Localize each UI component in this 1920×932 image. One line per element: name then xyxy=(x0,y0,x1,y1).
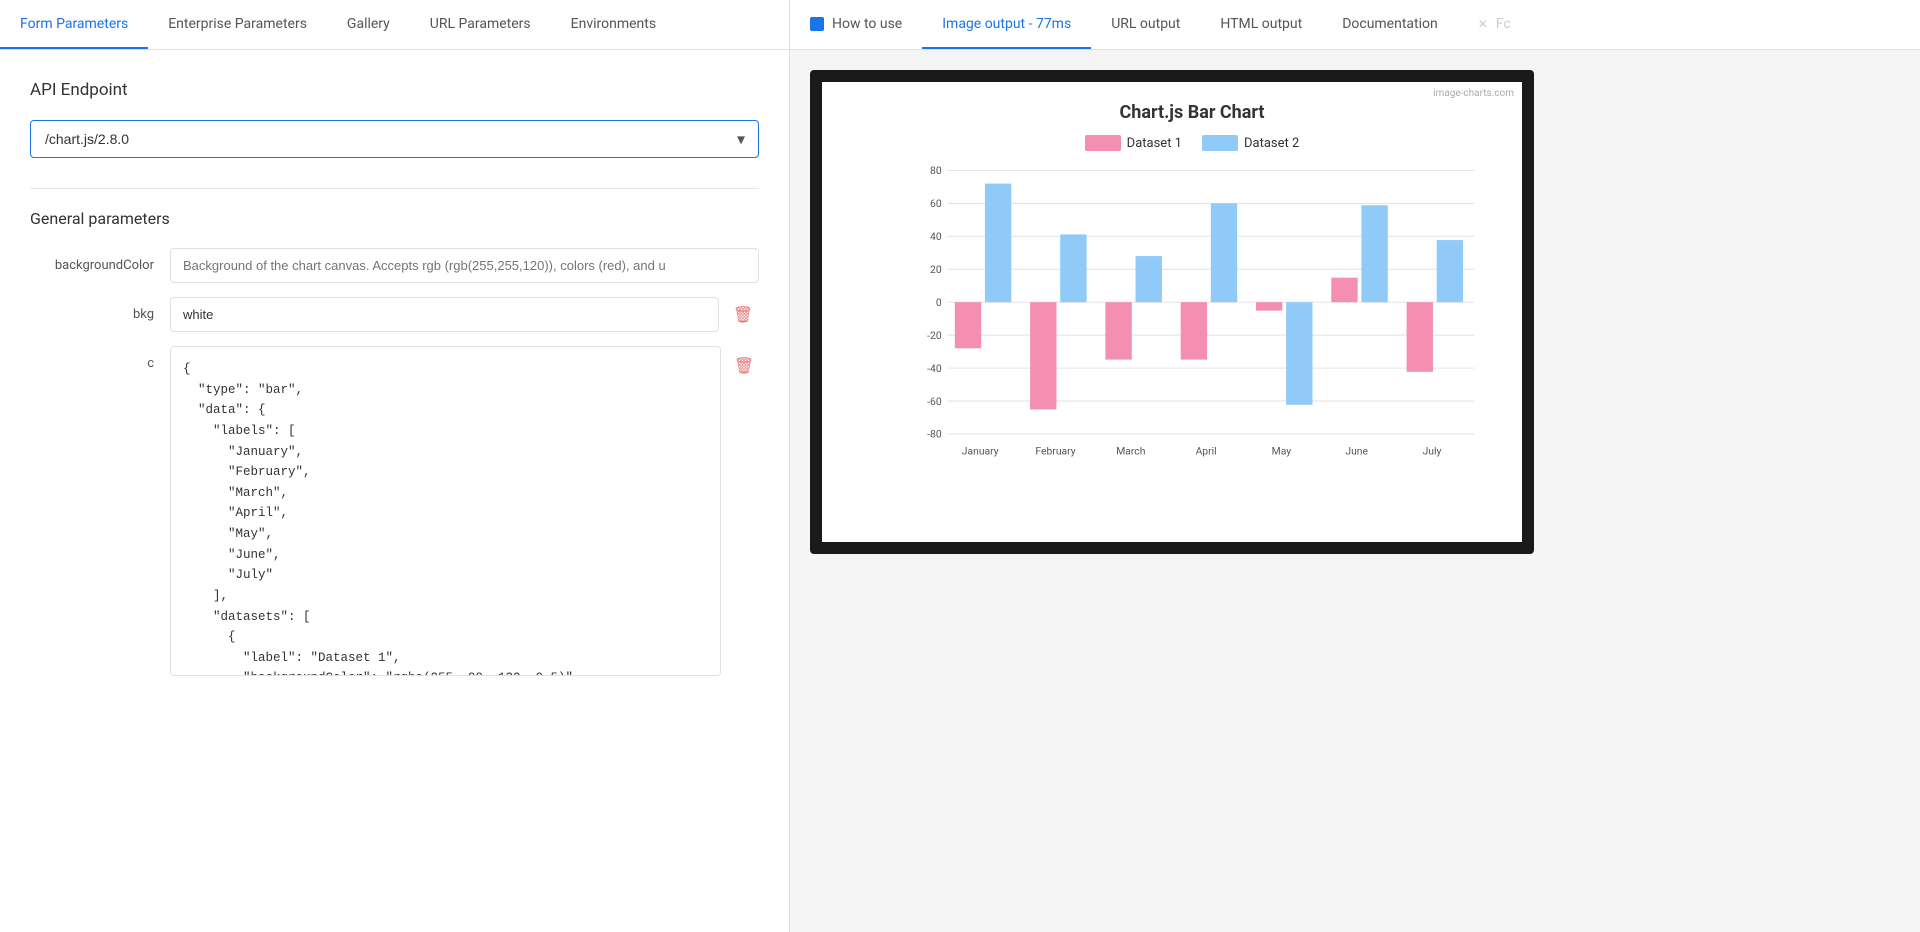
chart-title: Chart.js Bar Chart xyxy=(882,102,1502,123)
c-code-area-wrapper: { "type": "bar", "data": { "labels": [ "… xyxy=(170,346,759,676)
svg-text:60: 60 xyxy=(930,197,942,210)
svg-text:-20: -20 xyxy=(927,329,942,342)
svg-text:February: February xyxy=(1035,445,1075,458)
api-endpoint-select-wrapper: /chart.js/2.8.0 /chart.js/3.0.0 /chart.j… xyxy=(30,120,759,158)
api-endpoint-select[interactable]: /chart.js/2.8.0 /chart.js/3.0.0 /chart.j… xyxy=(30,120,759,158)
fc-tab-icon: ✕ xyxy=(1478,17,1488,31)
svg-text:March: March xyxy=(1116,445,1145,458)
bar-chart-svg: 80 60 40 20 0 -20 -40 -60 -80 xyxy=(882,161,1502,481)
bkg-input[interactable] xyxy=(170,297,719,332)
general-params-section: General parameters backgroundColor bkg 🗑 xyxy=(30,209,759,676)
chart-outer-container: image-charts.com Chart.js Bar Chart Data… xyxy=(810,70,1534,554)
svg-text:0: 0 xyxy=(936,296,942,309)
bkg-label: bkg xyxy=(30,297,170,322)
tab-form-parameters[interactable]: Form Parameters xyxy=(0,0,148,49)
legend-dataset2: Dataset 2 xyxy=(1202,135,1299,151)
general-params-title: General parameters xyxy=(30,209,759,228)
right-panel: How to use Image output - 77ms URL outpu… xyxy=(790,0,1920,932)
chart-svg-wrapper: 80 60 40 20 0 -20 -40 -60 -80 xyxy=(882,161,1502,481)
bar-jul-d2 xyxy=(1437,240,1463,302)
bar-feb-d2 xyxy=(1060,234,1086,302)
svg-text:July: July xyxy=(1423,445,1442,458)
legend-color-dataset1 xyxy=(1085,135,1121,151)
svg-text:January: January xyxy=(962,445,999,458)
api-endpoint-title: API Endpoint xyxy=(30,80,759,100)
tab-how-to-use[interactable]: How to use xyxy=(790,0,922,49)
bar-may-d1 xyxy=(1256,302,1282,310)
legend-label-dataset2: Dataset 2 xyxy=(1244,136,1299,151)
svg-text:April: April xyxy=(1196,445,1217,458)
tab-enterprise-parameters[interactable]: Enterprise Parameters xyxy=(148,0,327,49)
c-code-textarea[interactable]: { "type": "bar", "data": { "labels": [ "… xyxy=(170,346,721,676)
bar-mar-d1 xyxy=(1105,302,1131,359)
background-color-label: backgroundColor xyxy=(30,248,170,273)
c-delete-button[interactable]: 🗑 xyxy=(729,350,759,382)
tab-documentation[interactable]: Documentation xyxy=(1322,0,1458,49)
left-panel: Form Parameters Enterprise Parameters Ga… xyxy=(0,0,790,932)
left-tabs: Form Parameters Enterprise Parameters Ga… xyxy=(0,0,789,50)
chart-watermark: image-charts.com xyxy=(1433,88,1514,99)
bar-mar-d2 xyxy=(1136,256,1162,302)
bar-jun-d2 xyxy=(1361,205,1387,302)
svg-text:May: May xyxy=(1272,445,1292,458)
bar-feb-d1 xyxy=(1030,302,1056,409)
tab-environments[interactable]: Environments xyxy=(551,0,676,49)
how-to-use-dot xyxy=(810,17,824,31)
section-divider xyxy=(30,188,759,189)
bar-apr-d1 xyxy=(1181,302,1207,359)
bkg-row: bkg 🗑 xyxy=(30,297,759,332)
right-content: image-charts.com Chart.js Bar Chart Data… xyxy=(790,50,1920,932)
legend-label-dataset1: Dataset 1 xyxy=(1127,136,1182,151)
tab-url-output[interactable]: URL output xyxy=(1091,0,1200,49)
svg-text:40: 40 xyxy=(930,230,942,243)
bkg-input-area: 🗑 xyxy=(170,297,759,332)
background-color-input[interactable] xyxy=(170,248,759,283)
chart-legend: Dataset 1 Dataset 2 xyxy=(882,135,1502,151)
c-label: c xyxy=(30,346,170,371)
tab-url-parameters[interactable]: URL Parameters xyxy=(410,0,551,49)
svg-text:June: June xyxy=(1345,445,1368,458)
background-color-row: backgroundColor xyxy=(30,248,759,283)
bar-may-d2 xyxy=(1286,302,1312,405)
bar-apr-d2 xyxy=(1211,203,1237,302)
tab-gallery[interactable]: Gallery xyxy=(327,0,410,49)
tab-image-output[interactable]: Image output - 77ms xyxy=(922,0,1091,49)
bkg-delete-button[interactable]: 🗑 xyxy=(727,299,759,331)
tab-fc[interactable]: ✕ Fc xyxy=(1458,0,1531,49)
bar-jul-d1 xyxy=(1407,302,1433,372)
chart-inner-container: image-charts.com Chart.js Bar Chart Data… xyxy=(822,82,1522,542)
svg-text:-60: -60 xyxy=(927,395,942,408)
bar-jun-d1 xyxy=(1331,278,1357,302)
delete-icon-c: 🗑 xyxy=(734,356,754,376)
svg-text:-40: -40 xyxy=(927,362,942,375)
background-color-input-area xyxy=(170,248,759,283)
right-tabs: How to use Image output - 77ms URL outpu… xyxy=(790,0,1920,50)
delete-icon: 🗑 xyxy=(733,305,753,325)
legend-dataset1: Dataset 1 xyxy=(1085,135,1182,151)
legend-color-dataset2 xyxy=(1202,135,1238,151)
tab-html-output[interactable]: HTML output xyxy=(1200,0,1322,49)
svg-text:80: 80 xyxy=(930,164,942,177)
left-content: API Endpoint /chart.js/2.8.0 /chart.js/3… xyxy=(0,50,789,932)
svg-text:20: 20 xyxy=(930,263,942,276)
svg-text:-80: -80 xyxy=(927,428,942,441)
bar-jan-d1 xyxy=(955,302,981,348)
api-endpoint-section: API Endpoint /chart.js/2.8.0 /chart.js/3… xyxy=(30,80,759,158)
bar-jan-d2 xyxy=(985,184,1011,303)
c-code-row: c { "type": "bar", "data": { "labels": [… xyxy=(30,346,759,676)
